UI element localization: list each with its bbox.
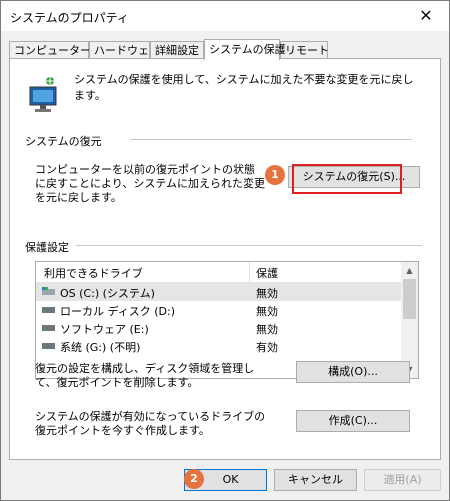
create-description: システムの保護が有効になっているドライブの復元ポイントを今すぐ作成します。 [35,410,266,437]
configure-button[interactable]: 構成(O)... [296,361,410,383]
tab-remote[interactable]: リモート [280,41,329,58]
restore-separator [130,139,412,140]
drive-name: ローカル ディスク (D:) [60,305,175,318]
drive-list-header: 利用できるドライブ 保護 [36,262,401,283]
window-title: システムのプロパティ [10,11,129,25]
drive-icon [42,343,55,349]
tab-computer-name[interactable]: コンピューター名 [9,41,102,58]
restore-highlight-box [292,164,402,194]
tab-system-protection[interactable]: システムの保護 [204,39,286,60]
tab-hardware[interactable]: ハードウェア [89,41,160,58]
drive-status: 有効 [256,341,278,354]
tab-panel: システムの保護を使用して、システムに加えた不要な変更を元に戻します。 システムの… [9,58,441,460]
restore-section-label: システムの復元 [25,135,102,148]
drive-icon [42,307,55,313]
tab-advanced[interactable]: 詳細設定 [150,41,204,58]
scroll-up-icon[interactable]: ▲ [401,262,418,279]
drive-row-e[interactable]: ソフトウェア (E:) 無効 [36,319,401,337]
system-drive-icon [42,287,55,295]
cancel-button[interactable]: キャンセル [274,469,357,491]
close-icon[interactable]: ✕ [403,1,449,31]
system-properties-window: システムのプロパティ ✕ コンピューター名 ハードウェア 詳細設定 システムの保… [0,0,450,501]
drive-name: OS (C:) (システム) [60,287,155,300]
column-drive[interactable]: 利用できるドライブ [44,265,143,281]
drive-row-d[interactable]: ローカル ディスク (D:) 無効 [36,301,401,319]
column-protection[interactable]: 保護 [256,265,278,281]
drive-row-g[interactable]: 系统 (G:) (不明) 有効 [36,337,401,355]
step-1-badge: 1 [265,165,285,185]
step-2-badge: 2 [184,469,204,489]
title-bar: システムのプロパティ ✕ [1,1,449,31]
drive-row-c[interactable]: OS (C:) (システム) 無効 [36,283,401,301]
drive-icon [42,325,55,331]
drive-name: ソフトウェア (E:) [60,323,149,336]
protection-section-label: 保護設定 [25,241,69,254]
restore-description: コンピューターを以前の復元ポイントの状態に戻すことにより、システムに加えられた変… [35,163,266,204]
scroll-thumb[interactable] [403,279,416,319]
protection-separator [76,245,422,246]
create-button[interactable]: 作成(C)... [296,410,410,432]
configure-description: 復元の設定を構成し、ディスク領域を管理して、復元ポイントを削除します。 [35,362,255,389]
system-protection-icon [29,75,57,112]
drive-status: 無効 [256,305,278,318]
drive-status: 無効 [256,287,278,300]
column-divider [249,262,250,282]
drive-name: 系统 (G:) (不明) [60,341,141,354]
intro-text: システムの保護を使用して、システムに加えた不要な変更を元に戻します。 [74,73,414,102]
apply-button[interactable]: 適用(A) [364,469,441,491]
drive-status: 無効 [256,323,278,336]
